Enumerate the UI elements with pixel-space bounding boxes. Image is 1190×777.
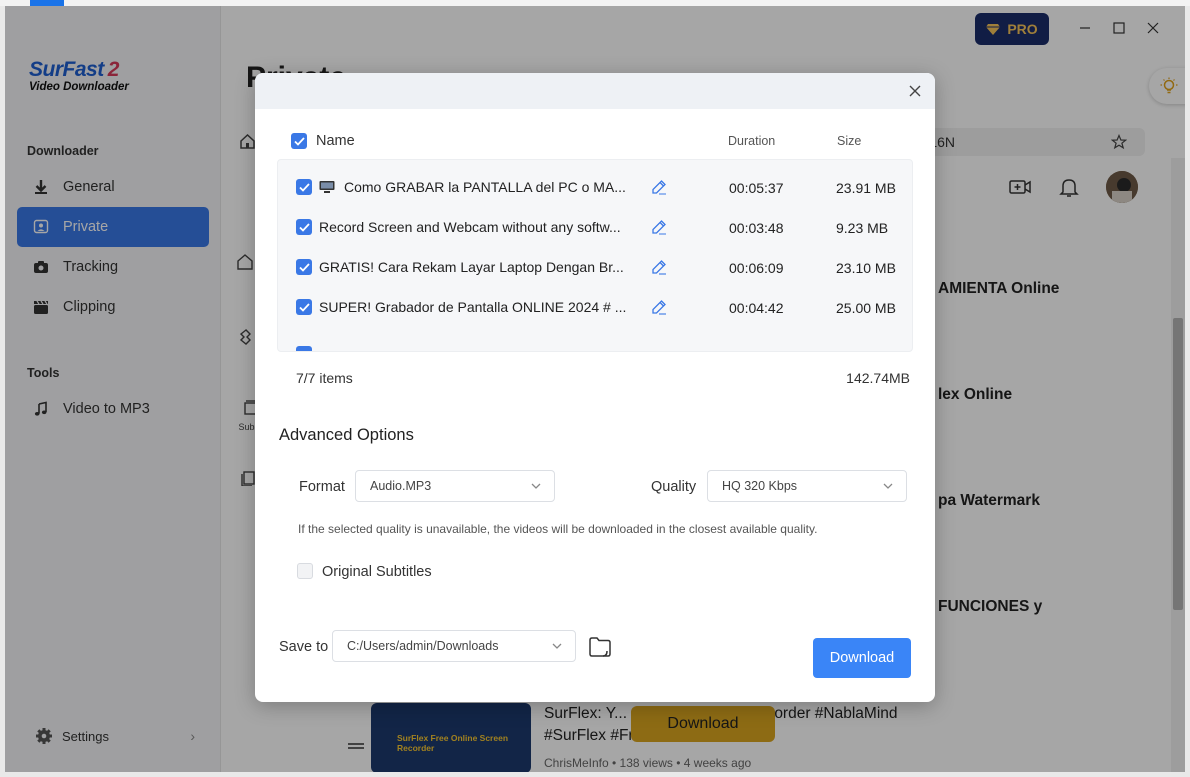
item-duration: 00:06:09 (729, 260, 784, 276)
item-checkbox[interactable] (296, 299, 312, 315)
chevron-down-icon (552, 643, 562, 649)
item-size: 9.23 MB (836, 220, 889, 236)
folder-icon[interactable] (588, 636, 612, 658)
list-header: Name Duration Size (291, 132, 911, 150)
format-label: Format (299, 479, 345, 495)
items-total-size: 142.74MB (846, 370, 910, 386)
item-title: GRATIS! Cara Rekam Layar Laptop Dengan B… (319, 259, 624, 275)
desktop-icon (319, 181, 335, 193)
item-duration: 00:03:48 (729, 220, 784, 236)
close-icon (909, 85, 921, 97)
item-title: SUPER! Grabador de Pantalla ONLINE 2024 … (319, 299, 627, 315)
format-select[interactable]: Audio.MP3 (355, 470, 555, 502)
column-size: Size (837, 134, 862, 148)
quality-label: Quality (651, 479, 697, 495)
item-duration: 00:04:42 (729, 300, 784, 316)
edit-pencil-icon[interactable] (651, 179, 667, 195)
item-checkbox[interactable] (296, 219, 312, 235)
quality-select[interactable]: HQ 320 Kbps (707, 470, 907, 502)
list-item[interactable]: SUPER! Grabador de Pantalla ONLINE 2024 … (278, 287, 912, 327)
edit-pencil-icon[interactable] (651, 259, 667, 275)
item-checkbox[interactable] (296, 179, 312, 195)
edit-pencil-icon[interactable] (651, 219, 667, 235)
list-item[interactable]: GRATIS! Cara Rekam Layar Laptop Dengan B… (278, 247, 912, 287)
dialog-close-button[interactable] (905, 81, 925, 101)
dialog-header (255, 73, 935, 109)
item-duration: 00:05:37 (729, 180, 784, 196)
advanced-options-title: Advanced Options (279, 426, 414, 444)
items-count: 7/7 items (296, 370, 353, 386)
column-duration: Duration (728, 134, 776, 148)
list-item[interactable]: Como GRABAR la PANTALLA del PC o MA... 0… (278, 167, 912, 207)
list-item-partial[interactable] (278, 334, 912, 351)
select-all-checkbox[interactable] (291, 133, 307, 149)
item-size: 23.91 MB (836, 180, 896, 196)
format-value: Audio.MP3 (370, 479, 432, 493)
item-checkbox[interactable] (296, 346, 312, 351)
subtitles-checkbox[interactable] (297, 563, 313, 579)
video-list[interactable]: Como GRABAR la PANTALLA del PC o MA... 0… (277, 159, 913, 352)
item-title: Como GRABAR la PANTALLA del PC o MA... (319, 179, 639, 195)
save-path-select[interactable]: C:/Users/admin/Downloads (332, 630, 576, 662)
chevron-down-icon (531, 483, 541, 489)
subtitles-label: Original Subtitles (322, 564, 432, 580)
item-size: 23.10 MB (836, 260, 896, 276)
list-item[interactable]: Record Screen and Webcam without any sof… (278, 207, 912, 247)
download-button[interactable]: Download (813, 638, 911, 678)
item-title: Record Screen and Webcam without any sof… (319, 219, 621, 235)
save-path-value: C:/Users/admin/Downloads (347, 639, 499, 653)
download-dialog: Name Duration Size Como GRABAR la PANTAL… (255, 73, 935, 702)
quality-hint: If the selected quality is unavailable, … (298, 522, 818, 536)
column-name: Name (316, 133, 355, 149)
edit-pencil-icon[interactable] (651, 299, 667, 315)
quality-value: HQ 320 Kbps (722, 479, 798, 493)
item-size: 25.00 MB (836, 300, 896, 316)
chevron-down-icon (883, 483, 893, 489)
item-checkbox[interactable] (296, 259, 312, 275)
save-to-label: Save to (279, 639, 329, 655)
